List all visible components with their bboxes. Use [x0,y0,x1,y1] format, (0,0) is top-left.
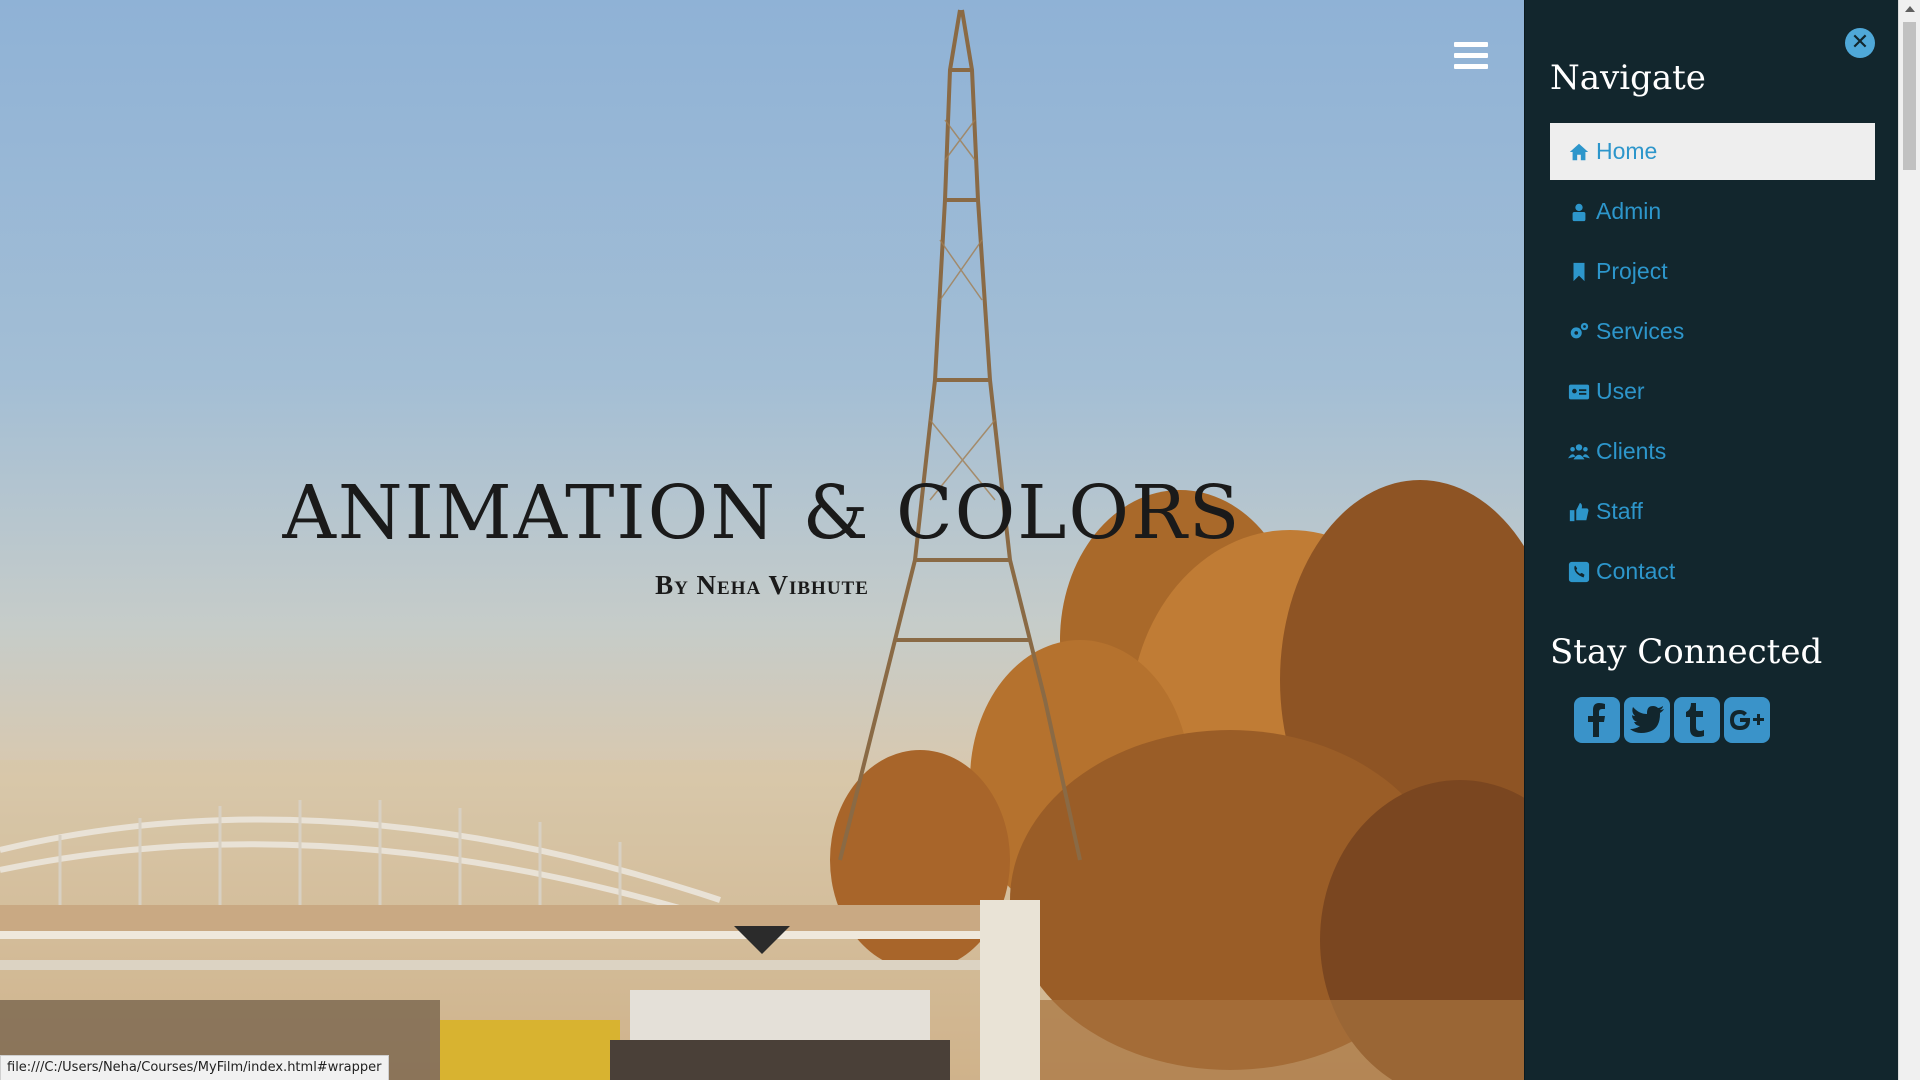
google-plus-icon [1730,710,1764,730]
hero-subtitle: By Neha Vibhute [655,570,869,600]
sidebar-item-label: Contact [1596,558,1676,584]
status-bar-url: file:///C:/Users/Neha/Courses/MyFilm/ind… [0,1055,389,1080]
hamburger-bar [1454,42,1488,47]
close-icon: ✕ [1850,30,1870,55]
sidebar-item-project[interactable]: Project [1550,243,1875,300]
sidebar-item-staff[interactable]: Staff [1550,483,1875,540]
gears-icon [1568,321,1590,343]
hamburger-bar [1454,64,1488,69]
sidebar-item-contact[interactable]: Contact [1550,543,1875,600]
home-icon [1568,141,1590,163]
sidebar-item-label: Services [1596,318,1685,344]
sidebar-item-home[interactable]: Home [1550,123,1875,180]
hamburger-bar [1454,53,1488,58]
google-plus-button[interactable] [1724,697,1770,743]
scrollbar-thumb[interactable] [1903,22,1916,170]
facebook-button[interactable] [1574,697,1620,743]
sidebar-item-services[interactable]: Services [1550,303,1875,360]
social-links [1574,697,1770,743]
page: ANIMATION & COLORS By Neha Vibhute file:… [0,0,1920,1080]
nav-list: Home Admin Project Services User Clients… [1550,123,1875,603]
stay-connected-heading: Stay Connected [1550,632,1823,672]
sidebar-item-label: Project [1596,258,1668,284]
sidebar-item-label: User [1596,378,1645,404]
users-icon [1568,441,1590,463]
twitter-button[interactable] [1624,697,1670,743]
sidebar-item-label: Home [1596,138,1658,164]
phone-icon [1568,561,1590,583]
scroll-down-arrow-icon[interactable] [734,926,790,954]
sidebar-item-label: Staff [1596,498,1643,524]
scroll-up-arrow-icon[interactable] [1905,6,1915,12]
sidebar: ✕ Navigate Home Admin Project Services U… [1524,0,1899,1080]
tumblr-button[interactable] [1674,697,1720,743]
thumbs-up-icon [1568,501,1590,523]
hero-section: ANIMATION & COLORS By Neha Vibhute [0,0,1524,1080]
sidebar-item-user[interactable]: User [1550,363,1875,420]
hero-title: ANIMATION & COLORS [282,470,1242,556]
sidebar-item-clients[interactable]: Clients [1550,423,1875,480]
bookmark-icon [1568,261,1590,283]
sidebar-item-admin[interactable]: Admin [1550,183,1875,240]
id-card-icon [1568,381,1590,403]
vertical-scrollbar[interactable] [1898,0,1920,1080]
sidebar-item-label: Clients [1596,438,1667,464]
sidebar-item-label: Admin [1596,198,1662,224]
facebook-icon [1588,703,1605,737]
admin-icon [1568,201,1590,223]
close-sidebar-button[interactable]: ✕ [1845,28,1875,58]
menu-toggle-button[interactable] [1454,42,1488,72]
tumblr-icon [1686,703,1704,737]
twitter-icon [1630,706,1664,733]
navigate-heading: Navigate [1550,58,1706,98]
